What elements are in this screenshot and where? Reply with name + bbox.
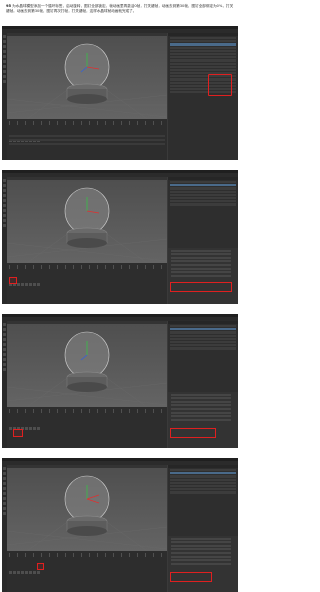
tutorial-caption: 95 为水晶球模型添加一个循环标签，启动旋转，图钉全部锁定。帧动画里再激活0帧，…	[6, 4, 234, 14]
attribute-manager[interactable]	[168, 465, 238, 592]
keyframe-record-icon[interactable]	[13, 429, 23, 437]
frame-ruler[interactable]	[9, 409, 165, 413]
manager-tabs[interactable]	[168, 465, 238, 468]
caption-text: 为水晶球模型添加一个循环标签，启动旋转，图钉全部锁定。帧动画里再激活0帧，打关键…	[6, 4, 234, 14]
attribute-manager[interactable]	[168, 177, 238, 304]
key-track[interactable]	[9, 143, 165, 145]
attribute-panel[interactable]	[168, 248, 238, 304]
frame-ruler[interactable]	[9, 553, 165, 557]
key-track[interactable]	[9, 135, 165, 137]
attribute-manager[interactable]	[168, 321, 238, 448]
highlight-box	[208, 74, 232, 96]
keyframe-record-icon[interactable]	[9, 277, 17, 284]
rotation-field-highlight[interactable]	[170, 282, 232, 292]
rotation-field-highlight[interactable]	[170, 572, 212, 582]
scene-render	[7, 331, 167, 407]
step-number: 95	[6, 4, 12, 8]
timeline[interactable]	[7, 551, 167, 592]
cinema4d-screenshot-1	[2, 26, 238, 160]
viewport[interactable]	[7, 465, 167, 551]
manager-tabs[interactable]	[168, 33, 238, 36]
playback-controls[interactable]	[9, 271, 69, 286]
scene-render	[7, 43, 167, 119]
cinema4d-screenshot-4	[2, 458, 238, 592]
scene-render	[7, 475, 167, 551]
scene-render	[7, 187, 167, 263]
timeline[interactable]	[7, 263, 167, 304]
timeline[interactable]	[7, 119, 167, 160]
object-manager[interactable]	[168, 33, 238, 160]
viewport[interactable]	[7, 33, 167, 119]
manager-tabs[interactable]	[168, 321, 238, 324]
frame-ruler[interactable]	[9, 265, 165, 269]
viewport[interactable]	[7, 177, 167, 263]
attribute-panel[interactable]	[168, 536, 238, 592]
attribute-panel[interactable]	[168, 392, 238, 448]
cinema4d-screenshot-2	[2, 170, 238, 304]
viewport[interactable]	[7, 321, 167, 407]
playback-controls[interactable]	[9, 415, 69, 430]
timeline[interactable]	[7, 407, 167, 448]
cinema4d-screenshot-3	[2, 314, 238, 448]
keyframe-record-icon[interactable]	[37, 563, 44, 570]
key-track[interactable]	[9, 139, 165, 141]
rotation-field-highlight[interactable]	[170, 428, 216, 438]
frame-ruler[interactable]	[9, 121, 165, 125]
playback-controls[interactable]	[9, 127, 69, 142]
manager-tabs[interactable]	[168, 177, 238, 180]
